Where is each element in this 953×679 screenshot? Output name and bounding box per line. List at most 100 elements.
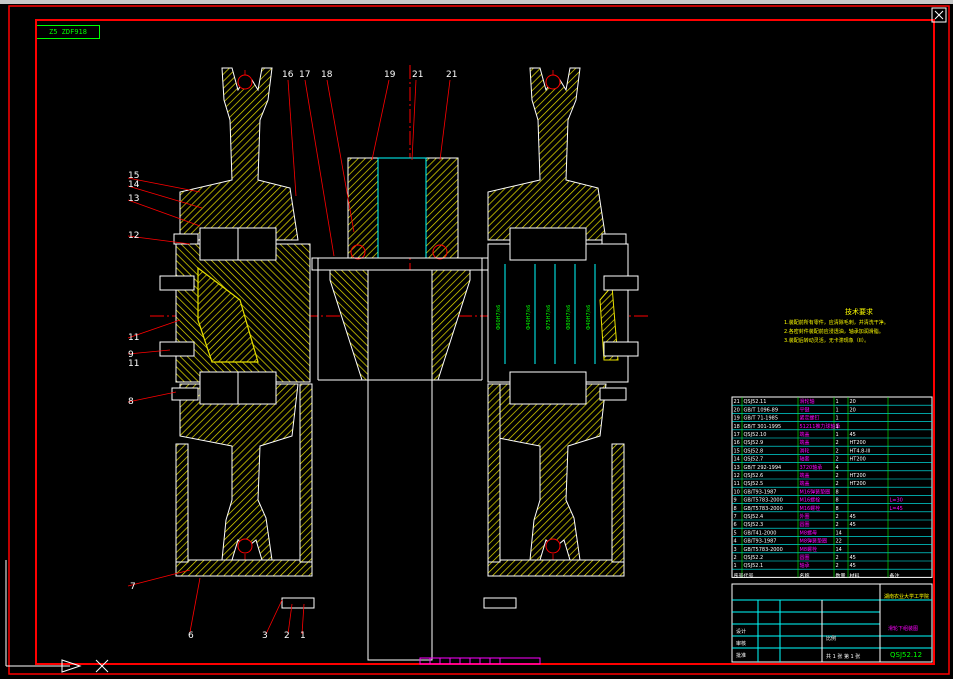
bom-cell-name: M8弹簧垫圈 — [800, 538, 828, 545]
bom-cell-qty: 2 — [836, 457, 839, 463]
bom-cell-no: 17 — [734, 432, 740, 438]
check-label: 审核 — [736, 640, 746, 647]
bom-cell-qty: 2 — [836, 473, 839, 479]
title-block: 湖南农业大学工学院 滑轮下组装图 QSJ52.12 比例 共 1 张 第 1 张… — [731, 583, 933, 663]
bom-cell-no: 21 — [734, 399, 740, 405]
bom-cell-name: 滑轮轴 — [800, 398, 815, 405]
label-17: 17 — [299, 70, 310, 80]
technical-requirements: 技术要求 1.装配前所有零件，应清除毛刺，并清洗干净。 2.各密封件装配前应浸透… — [784, 308, 934, 346]
bom-cell-name: M16螺栓 — [800, 505, 821, 512]
bom-cell-mat: 45 — [850, 432, 856, 438]
svg-text:Ф40H7/k6: Ф40H7/k6 — [586, 305, 592, 330]
bom-cell-qty: 2 — [836, 440, 839, 446]
bom-header-cell: 材料 — [850, 572, 860, 579]
bom-cell-qty: 1 — [836, 424, 839, 430]
bom-cell-code: QSJ52.3 — [744, 522, 764, 528]
bom-cell-code: QSJ52.9 — [744, 440, 764, 446]
bom-cell-mat: 45 — [850, 563, 856, 569]
bom-cell-code: QSJ52.10 — [744, 432, 767, 438]
bom-cell-code: QSJ52.7 — [744, 457, 764, 463]
bom-cell-no: 16 — [734, 440, 740, 446]
bom-cell-no: 1 — [734, 563, 737, 569]
bom-cell-qty: 2 — [836, 555, 839, 561]
bom-cell-name: 滑轮 — [800, 447, 810, 454]
bom-cell-no: 2 — [734, 555, 737, 561]
scale-label: 比例 — [826, 635, 836, 642]
bom-cell-code: QSJ52.4 — [744, 514, 764, 520]
bom-cell-no: 18 — [734, 424, 740, 430]
part-labels-top: 16 17 18 19 21 21 — [282, 70, 457, 80]
bom-cell-name: M16螺栓 — [800, 497, 821, 504]
tech-req-line-2: 2.各密封件装配前应浸透油，轴承加润滑脂。 — [784, 329, 884, 335]
bom-cell-mat: 20 — [850, 407, 856, 413]
label-7: 7 — [130, 582, 136, 592]
bom-cell-no: 10 — [734, 489, 740, 495]
part-labels-left: 15 14 13 12 11 9 11 8 7 — [128, 171, 140, 592]
ucs-icon — [5, 560, 109, 673]
bom-cell-qty: 2 — [836, 563, 839, 569]
bom-cell-mat: HT4.8-III — [850, 448, 871, 454]
bom-cell-code: GB/T 301-1995 — [744, 424, 782, 430]
label-16: 16 — [282, 70, 294, 80]
bom-cell-code: QSJ52.2 — [744, 555, 764, 561]
center-shaft — [311, 157, 489, 661]
approve-label: 批准 — [736, 652, 746, 659]
bom-header-cell: 名称 — [800, 572, 810, 579]
label-3: 3 — [262, 631, 268, 641]
bom-cell-name: 51211推力球轴承 — [800, 423, 841, 430]
bom-cell-no: 8 — [734, 506, 737, 512]
bom-cell-name: M16弹簧垫圈 — [800, 488, 831, 495]
bom-cell-name: M8螺栓 — [800, 546, 818, 553]
bom-cell-mat: 20 — [850, 399, 856, 405]
bom-cell-code: GB/T 71-1985 — [744, 416, 779, 422]
bom-header-cell: 代号 — [744, 572, 754, 579]
bom-cell-no: 4 — [734, 539, 737, 545]
bom-cell-name: 平键 — [800, 406, 810, 413]
bom-cell-qty: 8 — [836, 498, 839, 504]
bom-cell-code: GB/T 292-1994 — [744, 465, 782, 471]
svg-text:Ф40H7/k6: Ф40H7/k6 — [526, 305, 532, 330]
bom-cell-mat: HT200 — [850, 457, 866, 463]
bom-cell-mat: 45 — [850, 522, 856, 528]
part-labels-bottom: 6 3 2 1 — [188, 631, 306, 641]
bom-cell-name: 外圈 — [800, 513, 810, 520]
bom-cell-note: L=45 — [890, 506, 903, 512]
bom-cell-name: 轴承 — [800, 562, 810, 569]
label-2: 2 — [284, 631, 290, 641]
bom-cell-code: QSJ52.8 — [744, 448, 764, 454]
bom-cell-no: 7 — [734, 514, 737, 520]
bom-cell-code: GB/T5783-2000 — [744, 547, 783, 553]
bom-cell-qty: 8 — [836, 506, 839, 512]
bom-cell-code: QSJ52.11 — [744, 399, 767, 405]
bom-cell-code: QSJ52.5 — [744, 481, 764, 487]
label-13: 13 — [128, 194, 139, 204]
bom-cell-note: L=30 — [890, 498, 903, 504]
svg-text:Ф60H7/k6: Ф60H7/k6 — [496, 305, 502, 330]
label-21b: 21 — [446, 70, 457, 80]
bom-cell-no: 9 — [734, 498, 737, 504]
bom-cell-no: 15 — [734, 448, 740, 454]
bom-cell-no: 3 — [734, 547, 737, 553]
bom-header-cell: 备注 — [890, 572, 900, 579]
bom-cell-qty: 2 — [836, 522, 839, 528]
drawing-name: 滑轮下组装图 — [888, 625, 918, 632]
right-pulley — [487, 67, 629, 577]
label-12: 12 — [128, 231, 139, 241]
bom-header-cell: 数量 — [836, 572, 846, 579]
bom-cell-qty: 14 — [836, 530, 842, 536]
bom-cell-code: GB/T41-2000 — [744, 530, 777, 536]
label-19: 19 — [384, 70, 396, 80]
design-label: 设计 — [736, 628, 746, 635]
bom-cell-name: 圆圈 — [800, 555, 810, 561]
bom-cell-code: QSJ52.1 — [744, 563, 764, 569]
bom-cell-qty: 1 — [836, 416, 839, 422]
bom-cell-qty: 1 — [836, 432, 839, 438]
institution-name: 湖南农业大学工学院 — [884, 593, 929, 600]
bom-cell-code: GB/T 1096-89 — [744, 407, 779, 413]
bom-cell-no: 20 — [734, 407, 740, 413]
bom-cell-no: 14 — [734, 457, 740, 463]
tech-req-line-3: 3.装配后转动灵活，无卡滞现象（II）。 — [784, 338, 870, 344]
bom-cell-mat: HT200 — [850, 473, 866, 479]
bom-cell-no: 19 — [734, 416, 740, 422]
bom-cell-qty: 22 — [836, 539, 842, 545]
